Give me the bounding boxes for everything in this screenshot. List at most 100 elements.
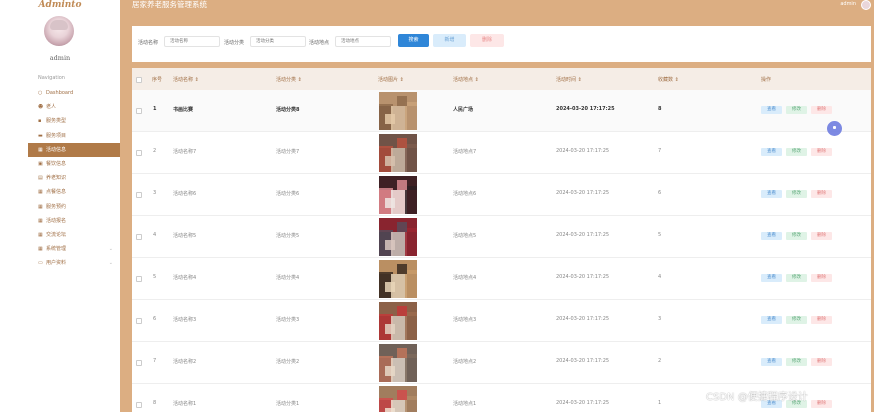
col-category[interactable]: 活动分类 ⇕ [276,76,302,83]
delete-button[interactable]: 删除 [811,190,832,198]
main-area: 居家养老服务管理系统 admin 活动名称 活动分类 活动地点 搜索 新增 删除… [120,0,874,412]
cell-index: 6 [153,316,157,322]
delete-button[interactable]: 删除 [811,358,832,366]
activity-image [379,218,417,256]
cell-location: 活动地点4 [453,275,477,281]
batch-delete-button[interactable]: 删除 [470,34,504,47]
select-all-checkbox[interactable] [136,77,142,83]
sidebar-item-6[interactable]: ▤ 养老知识 [28,171,120,185]
delete-button[interactable]: 删除 [811,274,832,282]
activity-name-input[interactable] [164,36,220,47]
nav-icon: ▪ [38,118,42,125]
sidebar-item-1[interactable]: ☻ 老人 [28,100,120,114]
col-time[interactable]: 活动时间 ⇕ [556,76,582,83]
cell-location: 活动地点2 [453,359,477,365]
user-avatar[interactable] [861,0,871,10]
sidebar-item-10[interactable]: ▦ 交流论坛 [28,228,120,242]
cell-category: 活动分类5 [276,233,300,239]
view-button[interactable]: 查看 [761,190,782,198]
view-button[interactable]: 查看 [761,106,782,114]
col-location[interactable]: 活动地点 ⇕ [453,76,479,83]
sidebar-item-label: 点餐信息 [46,189,67,196]
sidebar-item-label: 活动信息 [46,146,67,153]
nav-icon: ☻ [38,104,44,111]
col-image[interactable]: 活动图片 ⇕ [378,76,404,83]
cell-name: 活动名称3 [173,317,197,323]
cell-location: 活动地点5 [453,233,477,239]
cell-category: 活动分类3 [276,317,300,323]
nav-icon: ▭ [38,260,43,267]
cell-category: 活动分类8 [276,107,300,113]
sidebar-item-2[interactable]: ▪ 服务类型 [28,114,120,128]
edit-button[interactable]: 修改 [786,106,807,114]
row-checkbox[interactable] [136,150,142,156]
sidebar-item-11[interactable]: ▦ 系统管理 ⌄ [28,242,120,256]
edit-button[interactable]: 修改 [786,316,807,324]
nav-icon: ▦ [38,217,43,224]
table-row[interactable]: 1 书画比赛 活动分类8 人民广场 2024-03-20 17:17:25 8 查看 修改 删除 [132,90,871,132]
cell-favorites: 6 [658,190,662,196]
cell-time: 2024-03-20 17:17:25 [556,316,610,322]
col-actions: 操作 [761,77,772,83]
sidebar-item-label: 用户资料 [46,260,67,267]
table-row[interactable]: 6 活动名称3 活动分类3 活动地点3 2024-03-20 17:17:25 3 查看 修改… [132,300,871,342]
admin-name: admin [49,54,71,62]
cell-location: 活动地点3 [453,317,477,323]
view-button[interactable]: 查看 [761,232,782,240]
delete-button[interactable]: 删除 [811,148,832,156]
activity-image [379,176,417,214]
edit-button[interactable]: 修改 [786,190,807,198]
nav-icon: ▬ [38,132,43,139]
delete-button[interactable]: 删除 [811,400,832,408]
cell-category: 活动分类1 [276,401,300,407]
user-name[interactable]: admin [840,1,856,7]
col-favorites[interactable]: 收藏数 ⇕ [658,76,679,83]
cell-index: 2 [153,148,157,154]
sidebar-item-8[interactable]: ▦ 服务预约 [28,200,120,214]
delete-button[interactable]: 删除 [811,316,832,324]
row-checkbox[interactable] [136,360,142,366]
cell-favorites: 1 [658,400,662,406]
edit-button[interactable]: 修改 [786,274,807,282]
view-button[interactable]: 查看 [761,148,782,156]
view-button[interactable]: 查看 [761,316,782,324]
edit-button[interactable]: 修改 [786,148,807,156]
sidebar-item-4[interactable]: ▦ 活动信息 [28,142,120,157]
table-row[interactable]: 2 活动名称7 活动分类7 活动地点7 2024-03-20 17:17:25 7 查看 修改… [132,132,871,174]
row-checkbox[interactable] [136,318,142,324]
view-button[interactable]: 查看 [761,274,782,282]
activity-category-input[interactable] [250,36,306,47]
col-index: 序号 [152,77,163,83]
table-row[interactable]: 7 活动名称2 活动分类2 活动地点2 2024-03-20 17:17:25 2 查看 修改… [132,342,871,384]
sidebar-item-label: 活动报名 [46,217,67,224]
cell-favorites: 2 [658,358,662,364]
sidebar-item-label: 交流论坛 [46,231,67,238]
delete-button[interactable]: 删除 [811,106,832,114]
table-row[interactable]: 4 活动名称5 活动分类5 活动地点5 2024-03-20 17:17:25 5 查看 修改… [132,216,871,258]
row-checkbox[interactable] [136,402,142,408]
edit-button[interactable]: 修改 [786,358,807,366]
delete-button[interactable]: 删除 [811,232,832,240]
search-button[interactable]: 搜索 [398,34,429,47]
nav-icon: ▣ [38,160,43,167]
add-button[interactable]: 新增 [433,34,466,47]
sidebar-item-5[interactable]: ▣ 餐饮信息 [28,157,120,171]
sidebar-item-12[interactable]: ▭ 用户资料 ⌄ [28,256,120,270]
row-checkbox[interactable] [136,234,142,240]
sidebar-item-3[interactable]: ▬ 服务项目 [28,129,120,143]
row-checkbox[interactable] [136,108,142,114]
cell-name: 活动名称5 [173,233,197,239]
activity-location-input[interactable] [335,36,391,47]
view-button[interactable]: 查看 [761,358,782,366]
sidebar-item-0[interactable]: ○ Dashboard [28,86,120,100]
row-checkbox[interactable] [136,192,142,198]
edit-button[interactable]: 修改 [786,232,807,240]
sidebar-item-7[interactable]: ▦ 点餐信息 [28,185,120,199]
row-checkbox[interactable] [136,276,142,282]
table-row[interactable]: 3 活动名称6 活动分类6 活动地点6 2024-03-20 17:17:25 6 查看 修改… [132,174,871,216]
col-name[interactable]: 活动名称 ⇕ [173,76,199,83]
cell-name: 活动名称4 [173,275,197,281]
admin-avatar[interactable] [44,16,74,46]
sidebar-item-9[interactable]: ▦ 活动报名 [28,214,120,228]
table-row[interactable]: 5 活动名称4 活动分类4 活动地点4 2024-03-20 17:17:25 4 查看 修改… [132,258,871,300]
